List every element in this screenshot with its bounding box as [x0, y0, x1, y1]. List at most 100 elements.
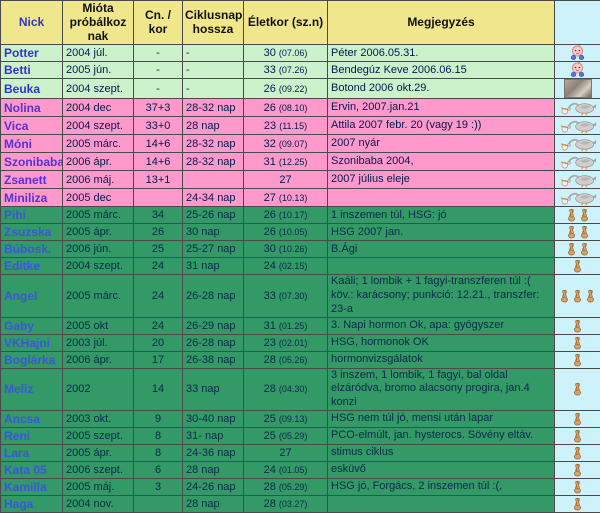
table-row: Vica2004 szept.33+028 nap23 (11.15)Attil… — [1, 117, 600, 135]
column-header-since: Mióta próbálkoz nak — [63, 1, 134, 45]
cycle-day-cell — [134, 189, 183, 207]
cycle-length-cell: 24-36 nap — [183, 444, 244, 461]
crossed-fingers-icon — [578, 226, 591, 238]
since-cell: 2005 márc. — [63, 135, 134, 153]
table-row: Potter2004 júl.--30 (07.06)Péter 2006.05… — [1, 45, 600, 62]
age-date: (11.15) — [279, 121, 307, 131]
cycle-day-cell: 13+1 — [134, 171, 183, 189]
age-date: (09.13) — [279, 414, 308, 424]
baby-photo — [564, 83, 592, 95]
note-cell: stimus ciklus — [328, 444, 555, 461]
age-value: 28 — [264, 383, 276, 395]
cycle-length-cell: 25-27 nap — [183, 241, 244, 258]
status-icon-cell — [555, 368, 600, 410]
age-value: 30 — [264, 47, 276, 59]
nick-cell: VKHajni — [1, 334, 63, 351]
forum-tracking-table-page: NickMióta próbálkoz nakCn. / korCiklusna… — [0, 0, 600, 513]
age-cell: 28 (04.30) — [244, 368, 328, 410]
age-cell: 28 (05.26) — [244, 351, 328, 368]
since-cell: 2004 szept. — [63, 258, 134, 275]
cycle-length-cell: 28 nap — [183, 117, 244, 135]
stork-icon — [559, 102, 597, 114]
status-icon-cell — [555, 117, 600, 135]
cycle-day-cell: 24 — [134, 275, 183, 317]
cycle-day-cell: 8 — [134, 427, 183, 444]
note-cell: B.Ági — [328, 241, 555, 258]
table-row: Reni2005 szept.831- nap25 (05.29)PCO-elm… — [1, 427, 600, 444]
status-icon-cell — [555, 171, 600, 189]
crossed-fingers-icon — [558, 290, 571, 302]
cycle-day-cell: 14 — [134, 368, 183, 410]
crossed-fingers-icon — [571, 290, 584, 302]
age-cell: 27 — [244, 171, 328, 189]
status-icon-cell — [555, 99, 600, 117]
age-date: (10.26) — [279, 244, 308, 254]
note-cell: 2007 július eleje — [328, 171, 555, 189]
since-cell: 2003 okt. — [63, 410, 134, 427]
cycle-length-cell: 25-26 nap — [183, 207, 244, 224]
status-icon-cell — [555, 351, 600, 368]
status-icon-cell — [555, 79, 600, 99]
cycle-length-cell: 28-32 nap — [183, 99, 244, 117]
cycle-length-cell: 28-32 nap — [183, 153, 244, 171]
crossed-fingers-icon — [571, 260, 584, 272]
cycle-day-cell: 24 — [134, 317, 183, 334]
crossed-fingers-icon — [571, 447, 584, 459]
since-cell: 2003 júl. — [63, 334, 134, 351]
header-row: NickMióta próbálkoz nakCn. / korCiklusna… — [1, 1, 600, 45]
age-cell: 27 — [244, 444, 328, 461]
nick-cell: Boglárka — [1, 351, 63, 368]
cycle-length-cell: - — [183, 45, 244, 62]
status-icon-cell — [555, 241, 600, 258]
age-date: (07.30) — [279, 291, 308, 301]
cycle-length-cell: 28 nap — [183, 461, 244, 478]
cycle-length-cell: 24-34 nap — [183, 189, 244, 207]
nick-cell: Nolina — [1, 99, 63, 117]
table-row: Editke2004 szept.2431 nap24 (02.15) — [1, 258, 600, 275]
age-date: (10.05) — [279, 227, 308, 237]
age-cell: 30 (07.06) — [244, 45, 328, 62]
note-cell — [328, 258, 555, 275]
age-date: (10.17) — [279, 210, 308, 220]
crossed-fingers-icon — [578, 209, 591, 221]
table-row: Zsuzska2005 ápr.2630 nap26 (10.05)HSG 20… — [1, 224, 600, 241]
crossed-fingers-icon — [584, 290, 597, 302]
cycle-day-cell: 17 — [134, 351, 183, 368]
nick-cell: Kata 05 — [1, 461, 63, 478]
nick-cell: Miniliza — [1, 189, 63, 207]
note-cell: Botond 2006 okt.29. — [328, 79, 555, 99]
since-cell: 2004 szept. — [63, 117, 134, 135]
nick-cell: Gaby — [1, 317, 63, 334]
stork-icon — [559, 138, 597, 150]
age-cell: 23 (02.01) — [244, 334, 328, 351]
crossed-fingers-icon — [571, 430, 584, 442]
cycle-day-cell: 37+3 — [134, 99, 183, 117]
crossed-fingers-icon — [571, 337, 584, 349]
nick-cell: Haga — [1, 495, 63, 512]
age-cell: 30 (10.26) — [244, 241, 328, 258]
cycle-day-cell: 20 — [134, 334, 183, 351]
table-row: Betti2005 jún.--33 (07.26)Bendegúz Keve … — [1, 62, 600, 79]
age-cell: 31 (01.25) — [244, 317, 328, 334]
status-icon-cell — [555, 495, 600, 512]
age-date: (02.15) — [279, 261, 308, 271]
table-row: VKHajni2003 júl.2026-28 nap23 (02.01)HSG… — [1, 334, 600, 351]
age-value: 27 — [264, 192, 276, 204]
crossed-fingers-icon — [571, 498, 584, 510]
age-cell: 28 (03.27) — [244, 495, 328, 512]
since-cell: 2006 ápr. — [63, 351, 134, 368]
age-cell: 23 (11.15) — [244, 117, 328, 135]
status-icon-cell — [555, 189, 600, 207]
status-icon-cell — [555, 461, 600, 478]
nick-cell: Móni — [1, 135, 63, 153]
nick-cell: Szonibaba — [1, 153, 63, 171]
status-icon-cell — [555, 275, 600, 317]
note-cell: 2007 nyár — [328, 135, 555, 153]
table-header: NickMióta próbálkoz nakCn. / korCiklusna… — [1, 1, 600, 45]
since-cell: 2004 dec — [63, 99, 134, 117]
cycle-day-cell: 26 — [134, 224, 183, 241]
cycle-length-cell: 28-32 nap — [183, 135, 244, 153]
age-value: 25 — [264, 430, 276, 442]
baby-icon — [569, 47, 586, 59]
table-row: Búbosk.2006 jún.2525-27 nap30 (10.26)B.Á… — [1, 241, 600, 258]
